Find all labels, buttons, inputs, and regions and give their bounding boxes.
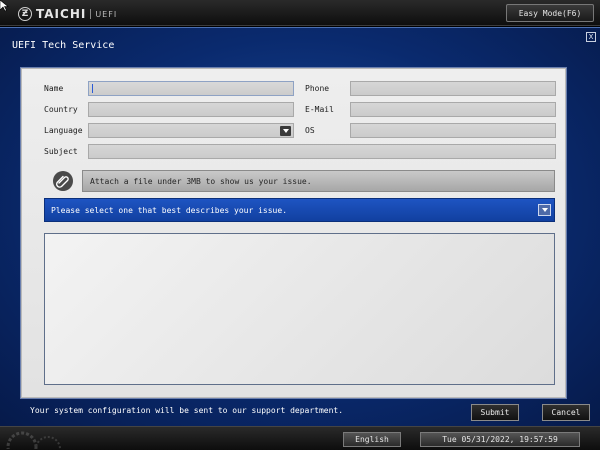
subject-label: Subject [44,147,78,156]
tech-service-dialog: UEFI Tech Service X Name Phone Country E… [0,27,600,426]
name-label: Name [44,84,64,93]
gear-decoration-icon [6,431,61,449]
email-field[interactable] [350,102,556,117]
country-field[interactable] [88,102,294,117]
text-caret [92,84,93,93]
taichi-logo: Ƶ TAICHI UEFI [18,6,117,22]
easy-mode-button[interactable]: Easy Mode(F6) [506,4,594,22]
language-button[interactable]: English [343,432,401,447]
phone-field[interactable] [350,81,556,96]
taichi-logo-icon: Ƶ [18,7,32,21]
email-label: E-Mail [305,105,334,114]
bottom-bar: English Tue 05/31/2022, 19:57:59 [0,426,600,450]
chevron-down-icon[interactable] [280,126,291,136]
language-select[interactable] [88,123,294,138]
datetime-display: Tue 05/31/2022, 19:57:59 [420,432,580,447]
issue-category-select[interactable]: Please select one that best describes yo… [44,198,555,222]
brand-name: TAICHI [36,7,87,21]
paperclip-icon[interactable] [52,170,74,192]
attach-file-button[interactable]: Attach a file under 3MB to show us your … [82,170,555,192]
phone-label: Phone [305,84,330,93]
country-label: Country [44,105,78,114]
submit-button[interactable]: Submit [471,404,519,421]
cancel-button[interactable]: Cancel [542,404,590,421]
chevron-down-icon[interactable] [538,204,551,216]
logo-divider [90,9,92,19]
mouse-pointer-icon [0,0,9,12]
language-label: Language [44,126,83,135]
subject-field[interactable] [88,144,556,159]
top-bar: Ƶ TAICHI UEFI Easy Mode(F6) [0,0,600,26]
dialog-title: UEFI Tech Service [12,40,115,51]
os-label: OS [305,126,315,135]
footer-notice: Your system configuration will be sent t… [30,406,344,415]
name-field[interactable] [88,81,294,96]
close-button[interactable]: X [586,32,596,42]
issue-description-textarea[interactable] [44,233,555,385]
os-field[interactable] [350,123,556,138]
form-panel: Name Phone Country E-Mail Language OS Su… [21,68,566,398]
brand-sub: UEFI [95,9,118,19]
issue-placeholder: Please select one that best describes yo… [51,205,288,215]
